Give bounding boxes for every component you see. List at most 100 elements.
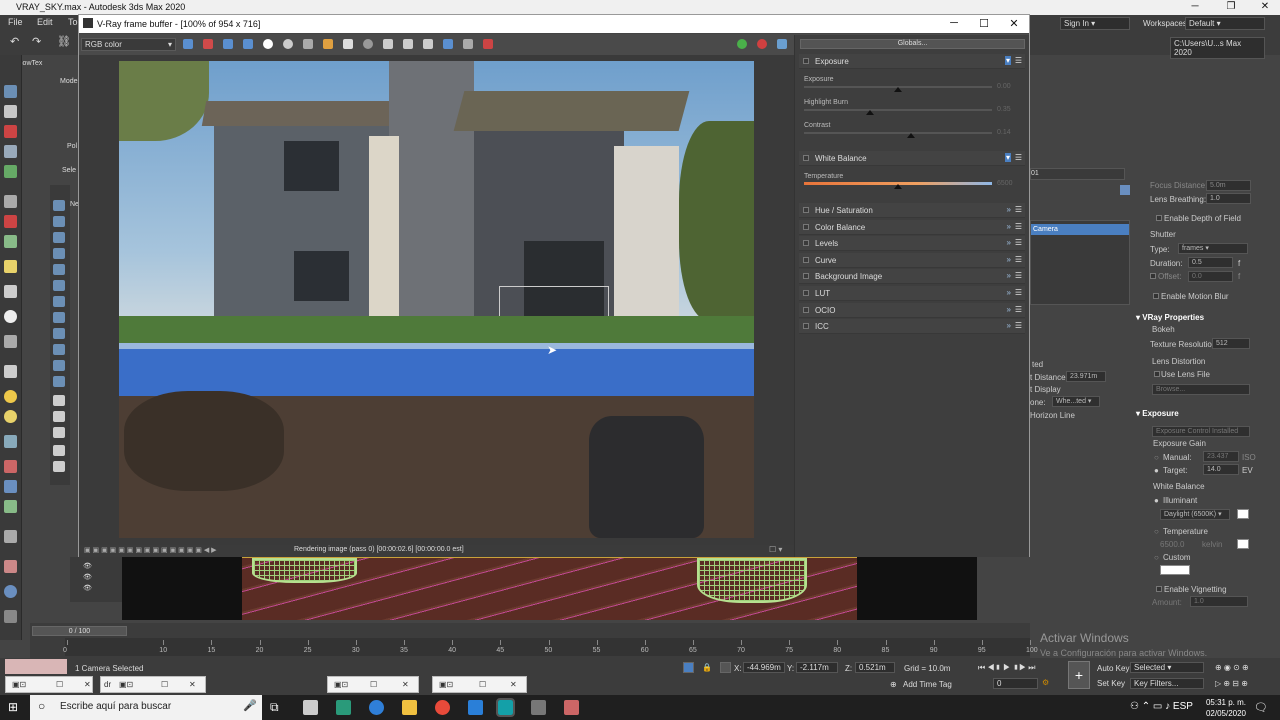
z-coordinate-field[interactable]: 0.521m: [855, 662, 895, 673]
white-balance-section-header[interactable]: White Balance ▾ ☰: [799, 151, 1025, 166]
statusbar-options[interactable]: ☐ ▾: [769, 545, 782, 554]
menu-icon[interactable]: ☰: [1015, 288, 1022, 297]
render-setup-icon[interactable]: [4, 145, 17, 158]
menu-edit[interactable]: Edit: [37, 17, 53, 27]
browse-button[interactable]: Browse...: [1152, 384, 1250, 395]
contrast-slider[interactable]: [804, 132, 992, 134]
eye-icon[interactable]: 👁: [83, 562, 92, 570]
expand-icon[interactable]: »: [1007, 255, 1011, 264]
temperature-knob[interactable]: [894, 184, 902, 189]
section-enable-checkbox[interactable]: [803, 290, 809, 296]
section-enable-checkbox[interactable]: [803, 207, 809, 213]
restore-icon[interactable]: ❐: [1216, 1, 1246, 12]
task-view-icon[interactable]: ⧉: [270, 700, 285, 715]
section-enable-checkbox[interactable]: [803, 223, 809, 230]
tool-icon[interactable]: [53, 344, 65, 355]
follow-mouse-icon[interactable]: [403, 39, 413, 49]
eye-icon[interactable]: 👁: [83, 573, 92, 581]
correction-section-header[interactable]: ICC » ☰: [799, 319, 1025, 335]
absolute-mode-icon[interactable]: [720, 662, 731, 673]
light-icon[interactable]: [4, 260, 17, 273]
manual-iso-field[interactable]: 23.437: [1203, 451, 1239, 462]
set-key-label[interactable]: Set Key: [1097, 679, 1125, 688]
contrast-knob[interactable]: [907, 133, 916, 138]
green-channel-icon[interactable]: [223, 39, 233, 49]
expand-icon[interactable]: »: [1007, 305, 1011, 314]
region-icon[interactable]: [383, 39, 393, 49]
auto-key-button[interactable]: Auto Key: [1097, 664, 1129, 673]
select-icon[interactable]: [4, 85, 17, 98]
file-explorer-icon[interactable]: [402, 700, 417, 715]
stop-render-icon[interactable]: [757, 39, 767, 49]
collapse-icon[interactable]: ▾: [1004, 153, 1011, 162]
viewport-nav-controls[interactable]: ▷ ⊕ ⊟ ⊕: [1215, 679, 1248, 688]
maximize-icon[interactable]: ☐: [969, 17, 999, 30]
zone-select[interactable]: Whe...ted ▾: [1052, 396, 1100, 407]
contrast-value[interactable]: 0.14: [997, 129, 1011, 136]
menu-icon[interactable]: ☰: [1015, 222, 1022, 231]
highlight-burn-knob[interactable]: [865, 110, 874, 115]
playback-controls[interactable]: ⏮ ◀▮ ▶ ▮▶ ⏭: [978, 663, 1036, 673]
tool-icon[interactable]: [53, 328, 65, 339]
sphere-icon[interactable]: [4, 310, 17, 323]
eye-icon[interactable]: 👁: [83, 584, 92, 592]
spacewarp-icon[interactable]: [4, 460, 17, 473]
project-path-field[interactable]: C:\Users\U...s Max 2020: [1170, 37, 1265, 59]
camera-name-field[interactable]: 01: [1030, 168, 1125, 180]
correction-section-header[interactable]: Levels » ☰: [799, 236, 1025, 252]
expand-icon[interactable]: »: [1007, 205, 1011, 214]
lock-icon[interactable]: 🔒: [702, 663, 712, 672]
collapse-icon[interactable]: ▾: [1004, 56, 1011, 65]
workspaces-select[interactable]: Default ▾: [1185, 17, 1265, 30]
display-icon[interactable]: [4, 585, 17, 598]
minimize-icon[interactable]: ─: [1180, 1, 1210, 12]
tool-icon[interactable]: [53, 360, 65, 371]
menu-icon[interactable]: ☰: [1015, 305, 1022, 314]
exposure-control-button[interactable]: Exposure Control Installed: [1152, 426, 1250, 437]
time-config-icon[interactable]: ⚙: [1042, 678, 1049, 687]
animation-icon[interactable]: [4, 560, 17, 573]
alpha-icon[interactable]: [263, 39, 273, 49]
expand-icon[interactable]: »: [1007, 222, 1011, 231]
rendered-image[interactable]: ➤: [119, 61, 754, 538]
duration-field[interactable]: 0.5: [1188, 257, 1233, 268]
teapot-icon[interactable]: [4, 235, 17, 248]
mono-icon[interactable]: [283, 39, 293, 49]
tool-icon[interactable]: [53, 296, 65, 307]
menu-tools[interactable]: To: [68, 17, 78, 27]
material-icon[interactable]: [4, 125, 17, 138]
target-ev-field[interactable]: 14.0: [1203, 464, 1239, 475]
enable-dof-checkbox[interactable]: [1156, 215, 1162, 221]
expand-icon[interactable]: »: [1007, 238, 1011, 247]
key-mode-select[interactable]: Selected ▾: [1130, 662, 1204, 673]
temperature-color-swatch[interactable]: [1237, 539, 1249, 549]
motion-blur-checkbox[interactable]: [1153, 293, 1159, 299]
temperature-value[interactable]: 6500: [997, 180, 1013, 187]
temperature-radio[interactable]: ○: [1154, 527, 1159, 536]
tool-icon[interactable]: [53, 248, 65, 259]
systems-icon[interactable]: [4, 480, 17, 493]
minimized-window[interactable]: ▣⊡ ☐ ✕: [327, 676, 419, 693]
correction-section-header[interactable]: Color Balance » ☰: [799, 219, 1025, 235]
exposure-heading[interactable]: ▾ Exposure: [1136, 409, 1179, 418]
mail-icon[interactable]: [468, 700, 483, 715]
sun-icon[interactable]: [4, 390, 17, 403]
perspective-viewport[interactable]: [242, 557, 857, 620]
minimized-window[interactable]: dr ▣⊡ ☐ ✕: [100, 676, 206, 693]
custom-color-swatch[interactable]: [1160, 565, 1190, 575]
tray-icons[interactable]: ⚇ ⌃ ▭ ♪ ESP: [1130, 701, 1193, 712]
pixel-info-icon[interactable]: [463, 39, 473, 49]
rgb-icon[interactable]: [183, 39, 193, 49]
texture-resolution-field[interactable]: 512: [1212, 338, 1250, 349]
3dsmax-icon[interactable]: [496, 698, 515, 717]
menu-icon[interactable]: ☰: [1015, 153, 1022, 162]
vray-icon[interactable]: [531, 700, 546, 715]
offset-field[interactable]: 0.0: [1188, 271, 1233, 282]
menu-icon[interactable]: ☰: [1015, 56, 1022, 65]
helper-icon[interactable]: [4, 435, 17, 448]
app-icon[interactable]: [336, 700, 351, 715]
correction-section-header[interactable]: Curve » ☰: [799, 252, 1025, 268]
edge-icon[interactable]: [369, 700, 384, 715]
store-icon[interactable]: [303, 700, 318, 715]
menu-file[interactable]: File: [8, 17, 23, 27]
